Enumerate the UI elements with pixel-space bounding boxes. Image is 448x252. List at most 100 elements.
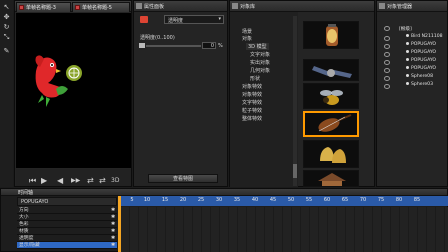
tree-item-scene[interactable]: 场景 (242, 28, 252, 35)
slider-handle[interactable] (139, 43, 145, 48)
object-dot-icon (406, 58, 409, 61)
skip-start-icon[interactable]: ⏮ (29, 176, 36, 185)
view-effect-button[interactable]: 查看特图 (148, 174, 218, 183)
tree-item-text-effect[interactable]: 文字特效 (242, 99, 262, 106)
object-item[interactable]: POPUGAYO (406, 58, 436, 63)
document-icon (19, 5, 24, 10)
timeline-object-selector[interactable]: POPUGAYO (17, 197, 117, 206)
ruler-tick: 85 (413, 197, 421, 203)
rotate-tool-icon[interactable]: ↻ (3, 24, 10, 31)
thumb-bells[interactable] (303, 140, 359, 168)
play-icon[interactable]: ▶ (41, 176, 47, 185)
track-color[interactable]: 色彩 ✱ (17, 221, 117, 228)
scrollbar[interactable] (293, 16, 297, 186)
violin-model (318, 114, 352, 132)
panel-icon (379, 3, 385, 9)
object-item[interactable]: Sphere03 (406, 82, 433, 87)
library-panel: 对象库 场景 对象 3D 模型 文字对象 实出对象 几何对象 形状 对象特效 对… (229, 0, 375, 187)
thumb-bee[interactable] (303, 83, 359, 109)
track-visibility-selected[interactable]: 显示/隐藏 ✱ (17, 242, 117, 249)
library-tree: 场景 对象 3D 模型 文字对象 实出对象 几何对象 形状 对象特效 对象特效 … (230, 12, 298, 187)
scrollbar-thumb[interactable] (293, 164, 297, 178)
object-item[interactable]: POPUGAYO (406, 66, 436, 71)
satellite-model (312, 66, 352, 78)
eye-icon[interactable] (384, 36, 390, 41)
ruler-tick: 30 (215, 197, 223, 203)
ruler-tick: 65 (341, 197, 349, 203)
transparency-slider[interactable] (146, 45, 201, 47)
bounce-icon[interactable]: ⇄ (99, 176, 106, 185)
timeline-grid[interactable] (121, 207, 448, 252)
tree-item-global-effect[interactable]: 整体特效 (242, 115, 262, 122)
eye-icon[interactable] (384, 60, 390, 65)
keyframe-star-icon[interactable]: ✱ (111, 221, 115, 228)
keyframe-star-icon[interactable]: ✱ (111, 242, 115, 249)
object-root[interactable]: [根级] (399, 26, 412, 32)
ruler-tick: 40 (251, 197, 259, 203)
tree-item-3d-model[interactable]: 3D 模型 (246, 43, 269, 50)
pointer-tool-icon[interactable]: ↖ (3, 4, 10, 11)
track-size[interactable]: 大小 ✱ (17, 214, 117, 221)
keyframe-star-icon[interactable]: ✱ (111, 235, 115, 242)
track-direction[interactable]: 方向 ✱ (17, 207, 117, 214)
thumb-house[interactable] (303, 170, 359, 187)
eye-icon[interactable] (384, 76, 390, 81)
tree-item-particle-effect[interactable]: 粒子特效 (242, 107, 262, 114)
timeline-title: 时间轴 (18, 190, 34, 196)
eye-icon[interactable] (384, 84, 390, 89)
bee-model (320, 90, 343, 105)
fast-forward-icon[interactable]: ▶▶ (71, 176, 80, 185)
thumb-satellite[interactable] (303, 59, 359, 81)
keyframe-star-icon[interactable]: ✱ (111, 228, 115, 235)
object-manager-title: 对象管理器 (387, 4, 413, 10)
object-dot-icon (406, 42, 409, 45)
3d-toggle-button[interactable]: 3D (111, 176, 119, 185)
tree-item-object-effect-2[interactable]: 对象特效 (242, 91, 262, 98)
step-back-icon[interactable]: ◀ (57, 176, 63, 185)
tree-item-object-effect-1[interactable]: 对象特效 (242, 83, 262, 90)
lantern-model (326, 24, 338, 46)
eye-icon[interactable] (384, 26, 390, 31)
timeline-titlebar: 时间轴 (1, 189, 447, 196)
eye-icon[interactable] (384, 68, 390, 73)
tree-item-shape[interactable]: 形状 (250, 75, 260, 82)
tab-scene-3[interactable]: 单帧名称题-3 (16, 2, 71, 12)
ruler-tick: 60 (323, 197, 331, 203)
move-tool-icon[interactable]: ✥ (3, 14, 10, 21)
object-dot-icon (406, 50, 409, 53)
ruler-tick: 25 (197, 197, 205, 203)
library-titlebar: 对象库 (230, 1, 374, 12)
tab-scene-5[interactable]: 单帧名称题-5 (72, 2, 130, 12)
object-item[interactable]: Bird N211108 (406, 34, 443, 39)
eye-icon[interactable] (384, 44, 390, 49)
left-toolbar: ↖ ✥ ↻ ⤡ ✎ (0, 0, 13, 187)
document-icon (75, 5, 80, 10)
track-opacity[interactable]: 透明度 ✱ (17, 235, 117, 242)
property-dropdown[interactable]: 透明度 ▾ (164, 15, 224, 24)
bells-model (320, 147, 346, 163)
house-model (318, 173, 346, 186)
thumb-lantern[interactable] (303, 21, 359, 49)
preview-panel: 单帧名称题-3 单帧名称题-5 ⏮ ▶ ◀ ▶▶ ⇄ ⇄ 3D (14, 0, 132, 187)
loop-icon[interactable]: ⇄ (87, 176, 94, 185)
keyframe-star-icon[interactable]: ✱ (111, 207, 115, 214)
thumb-violin-selected[interactable] (303, 111, 359, 137)
keyframe-star-icon[interactable]: ✱ (111, 214, 115, 221)
object-item[interactable]: POPUGAYO (406, 50, 436, 55)
ruler-tick: 15 (161, 197, 169, 203)
scale-tool-icon[interactable]: ⤡ (3, 34, 10, 41)
ruler-tick: 50 (287, 197, 295, 203)
object-item[interactable]: POPUGAYO (406, 42, 436, 47)
pen-tool-icon[interactable]: ✎ (3, 48, 10, 55)
viewport[interactable] (16, 13, 131, 168)
object-item[interactable]: Sphere08 (406, 74, 433, 79)
ruler-tick: 70 (359, 197, 367, 203)
tree-item-text-object[interactable]: 文字对象 (250, 51, 270, 58)
tree-item-solid-object[interactable]: 实出对象 (250, 59, 270, 66)
tree-item-geometry[interactable]: 几何对象 (250, 67, 270, 74)
track-material[interactable]: 材质 ✱ (17, 228, 117, 235)
transparency-input[interactable]: 0 (202, 42, 216, 49)
ruler-tick: 10 (143, 197, 151, 203)
eye-icon[interactable] (384, 52, 390, 57)
tree-item-object[interactable]: 对象 (242, 35, 252, 42)
